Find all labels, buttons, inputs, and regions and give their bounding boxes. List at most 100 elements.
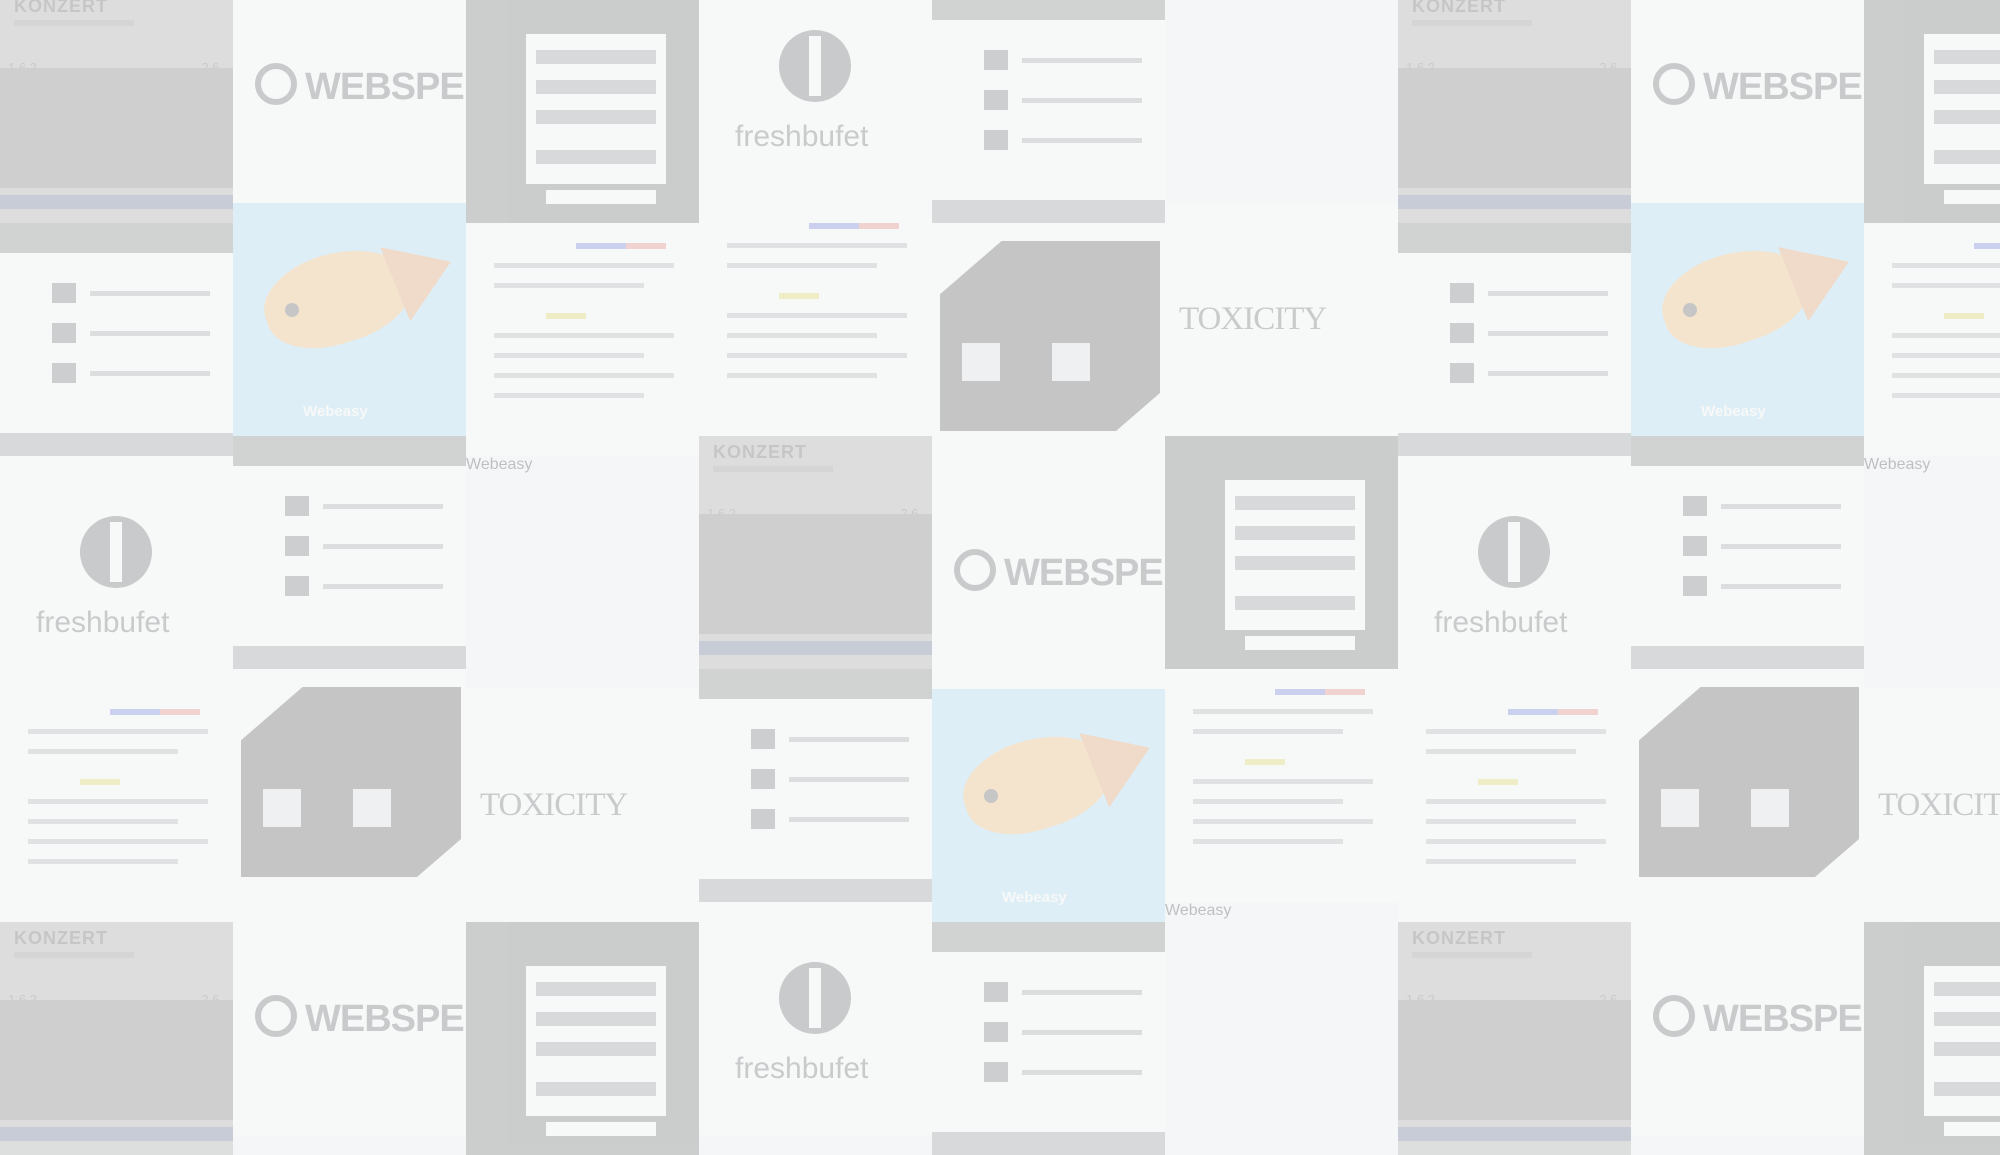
list-item-line [323, 584, 443, 589]
list-footer [0, 433, 233, 456]
konzert-footer-bar [0, 1127, 233, 1141]
news-text-line [1892, 393, 2000, 398]
panel-row [1934, 1082, 2000, 1096]
news-text-line [28, 839, 208, 844]
news-text-line [727, 333, 877, 338]
webspell-logo-text: WEBSPELL [1703, 998, 1864, 1040]
news-text-line [1193, 799, 1343, 804]
panel-tile [1165, 436, 1398, 669]
list-tile [699, 669, 932, 902]
news-accent-bar [1944, 313, 1984, 319]
list-tile [233, 436, 466, 669]
news-text-line [1193, 709, 1373, 714]
list-item-line [1022, 58, 1142, 63]
house-window-left [962, 343, 1000, 381]
news-accent-bar [110, 709, 160, 715]
fresh-tile: freshbufet [1398, 456, 1631, 689]
list-item-icon [285, 576, 309, 596]
news-text-line [1426, 749, 1576, 754]
house-tile [1631, 669, 1864, 902]
panel-tile [466, 922, 699, 1155]
list-item-icon [984, 1022, 1008, 1042]
webspell-logo-icon [255, 995, 297, 1037]
konzert-tile: KONZERT1.6.22.6. [0, 922, 233, 1155]
house-shape [1639, 687, 1859, 877]
panel-row [1934, 80, 2000, 94]
panel-row [536, 110, 656, 124]
fish-caption: Webeasy [303, 403, 368, 420]
list-item-line [323, 544, 443, 549]
news-text-line [727, 373, 877, 378]
news-text-line [1892, 283, 2000, 288]
webspell-tile: WEBSPELL [233, 0, 466, 203]
news-accent-bar [626, 243, 666, 249]
list-item-icon [984, 130, 1008, 150]
news-text-line [727, 263, 877, 268]
list-item-icon [285, 536, 309, 556]
list-header [699, 669, 932, 699]
news-text-line [494, 333, 674, 338]
webspell-logo-icon [255, 63, 297, 105]
list-footer [1631, 646, 1864, 669]
list-item-line [1488, 291, 1608, 296]
webeasy-logo-text: Webeasy [1165, 902, 1232, 919]
list-item-line [90, 371, 210, 376]
news-tile [699, 203, 932, 436]
konzert-subtitle-bar [713, 466, 833, 472]
webeasy-tile: Webeasy [1165, 902, 1398, 1135]
list-item-line [1022, 138, 1142, 143]
webspell-tile: WEBSPELL [1631, 0, 1864, 203]
panel-row [1934, 982, 2000, 996]
list-item-icon [751, 769, 775, 789]
news-accent-bar [1558, 709, 1598, 715]
webeasy-tile: Webeasy [466, 456, 699, 689]
panel-row [536, 50, 656, 64]
list-footer [233, 646, 466, 669]
news-accent-bar [1325, 689, 1365, 695]
list-footer [932, 1132, 1165, 1155]
fish-eye [1683, 303, 1697, 317]
list-item-icon [751, 729, 775, 749]
webspell-tile: WEBSPELL [932, 456, 1165, 689]
list-header [233, 436, 466, 466]
freshbufet-logo-text: freshbufet [735, 120, 869, 153]
list-header [1398, 223, 1631, 253]
news-accent-bar [809, 223, 859, 229]
news-text-line [494, 393, 644, 398]
news-accent-bar [1245, 759, 1285, 765]
panel-row [1934, 110, 2000, 124]
panel-row [1235, 556, 1355, 570]
list-item-icon [52, 323, 76, 343]
toxicity-logo-text: TOXICITY [480, 787, 628, 823]
news-text-line [1193, 839, 1343, 844]
list-item-icon [984, 982, 1008, 1002]
konzert-tile: KONZERT1.6.22.6. [699, 436, 932, 669]
list-item-icon [751, 809, 775, 829]
konzert-tile: KONZERT1.6.22.6. [1398, 0, 1631, 223]
panel-tile [466, 0, 699, 223]
panel-row [1235, 526, 1355, 540]
news-text-line [1426, 839, 1606, 844]
list-item-icon [984, 1062, 1008, 1082]
panel-button [1944, 1122, 2000, 1136]
webspell-tile: WEBSPELL [1631, 902, 1864, 1135]
konzert-title: KONZERT [1412, 0, 1506, 16]
list-item-line [1721, 504, 1841, 509]
konzert-photo [1398, 1000, 1631, 1120]
webeasy-tile: Webeasy [1864, 456, 2000, 689]
konzert-photo [699, 514, 932, 634]
news-text-line [727, 313, 907, 318]
list-item-icon [1683, 496, 1707, 516]
news-accent-bar [80, 779, 120, 785]
fish-tile: Webeasy [932, 689, 1165, 922]
list-tile [1398, 223, 1631, 456]
news-accent-bar [779, 293, 819, 299]
house-window-left [1661, 789, 1699, 827]
toxic-tile: TOXICITY [1864, 689, 2000, 922]
news-accent-bar [1508, 709, 1558, 715]
news-accent-bar [160, 709, 200, 715]
konzert-photo [0, 1000, 233, 1120]
news-text-line [1426, 859, 1576, 864]
webeasy-logo-text: Webeasy [466, 456, 533, 473]
news-text-line [28, 749, 178, 754]
